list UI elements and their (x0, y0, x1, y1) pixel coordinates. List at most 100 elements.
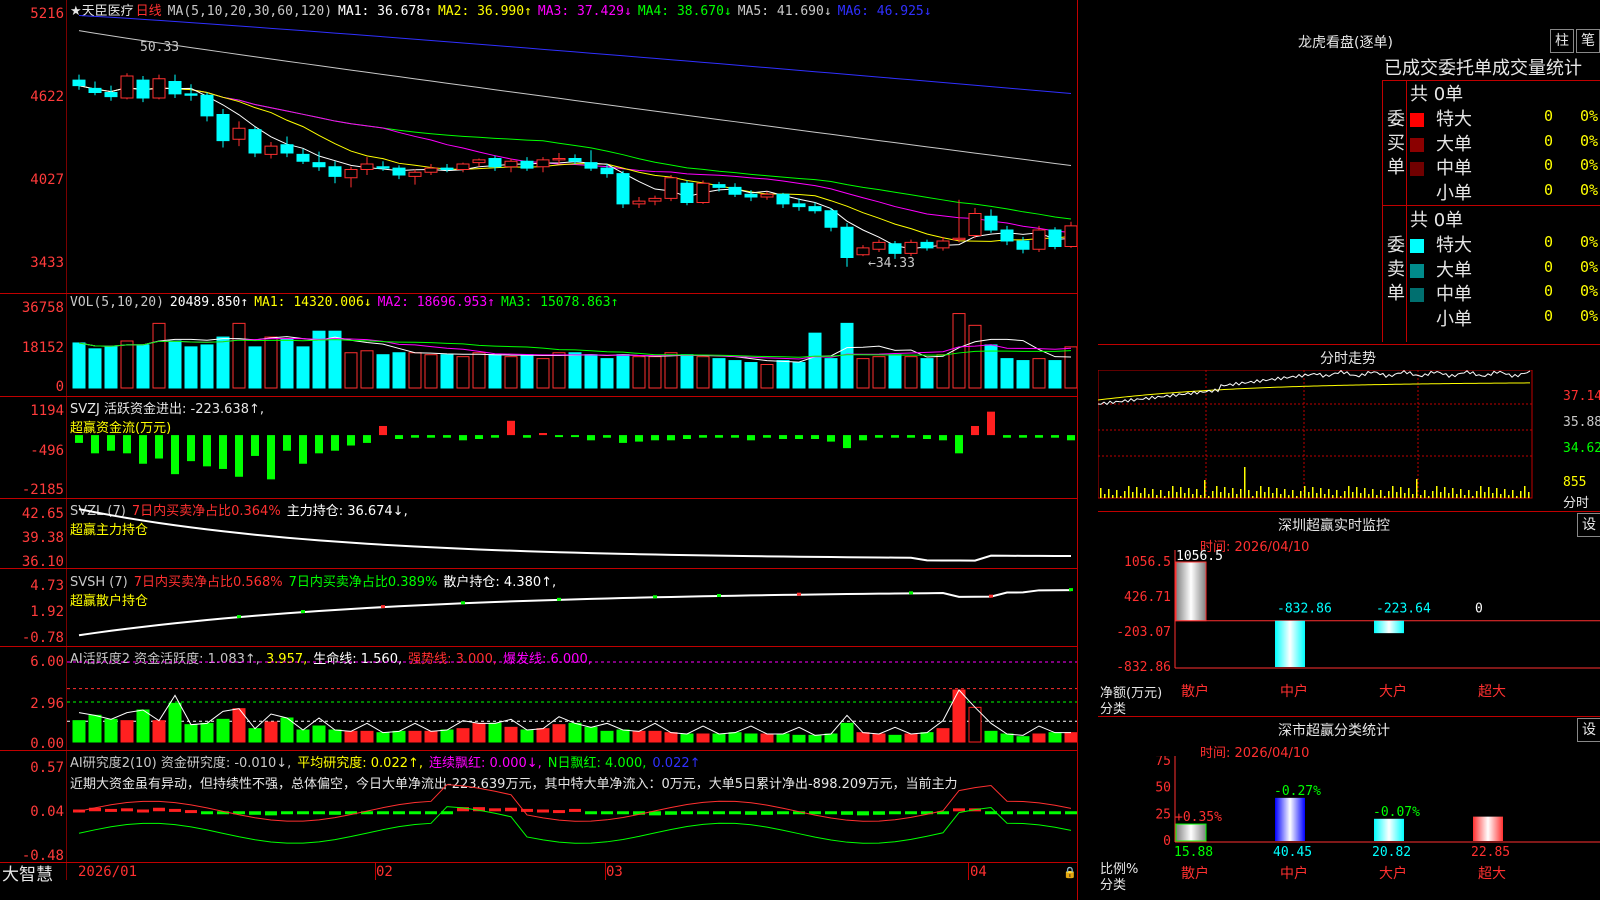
buy-row-1[interactable]: 大单 (1410, 130, 1472, 156)
money-flow-bar (235, 435, 243, 477)
ratio-bar (1374, 818, 1404, 841)
money-flow-bar (91, 435, 99, 454)
intraday-volume-bar (1404, 493, 1406, 498)
svzj-axis-label: -496 (30, 443, 64, 459)
category-label: 散户 (1181, 865, 1209, 882)
ma4-line (78, 85, 1072, 220)
net-amount-chart[interactable]: 1056.5 426.71 -203.07 -832.86 1056.5 散户 -832.8… (1100, 550, 1600, 720)
activity-bar (776, 733, 790, 743)
intraday-volume-bar (1468, 490, 1470, 498)
money-flow-bar (187, 435, 195, 462)
volume-bar (152, 322, 166, 389)
intraday-volume-bar (1180, 487, 1182, 498)
activity-bar (424, 730, 438, 743)
intraday-volume-bar (1364, 488, 1366, 498)
activity-bar (744, 733, 758, 743)
bar-mode-button[interactable]: 柱 (1550, 29, 1574, 53)
intraday-volume-bar (1336, 490, 1338, 498)
research-bar (121, 808, 133, 812)
buy-row-0[interactable]: 特大 (1410, 105, 1472, 131)
research-bar (761, 811, 773, 815)
ai-research-chart[interactable] (67, 751, 1077, 862)
date-tick (375, 862, 376, 880)
candle-down (520, 160, 534, 169)
volume-bar (552, 352, 566, 389)
money-flow-bar (331, 435, 339, 451)
sell-row-2[interactable]: 中单 (1410, 280, 1472, 306)
sell-row-3[interactable]: 小单 (1410, 305, 1472, 331)
holding-marker (653, 595, 657, 599)
holding-marker (461, 601, 465, 605)
sell-row-0[interactable]: 特大 (1410, 231, 1472, 257)
candlestick-chart[interactable] (67, 0, 1077, 293)
activity-bar (168, 702, 182, 743)
money-flow-bar (491, 435, 499, 438)
money-flow-bar (971, 425, 979, 436)
research-bar (185, 810, 197, 814)
research-bar (329, 811, 341, 815)
ratio-chart[interactable]: 75 50 25 0 +0.35% 15.88 散户 -0.27% 40.45 中户 -0.07% 2… (1100, 756, 1600, 900)
research-bar (265, 811, 277, 816)
net-amount-value: -832.86 (1277, 602, 1332, 617)
tab-filled[interactable]: 已成交 (1384, 58, 1438, 79)
ratio-change-label: -0.07% (1373, 805, 1420, 820)
row-value: 0 (1543, 257, 1553, 276)
row-percent: 0% (1580, 156, 1599, 174)
class-axis-label: 75 (1155, 756, 1171, 769)
money-flow-bar (203, 435, 211, 467)
tab-orders[interactable]: 委托单 (1438, 58, 1492, 79)
money-flow-chart[interactable] (67, 397, 1077, 498)
research-bar (281, 811, 293, 815)
class-axis-label: 50 (1155, 781, 1171, 796)
research-bar (585, 811, 597, 815)
research-bar (137, 809, 149, 813)
row-percent: 0% (1580, 180, 1599, 199)
candle-down (488, 158, 502, 168)
money-flow-bar (107, 435, 115, 451)
intraday-volume-bar (1436, 486, 1438, 498)
intraday-volume-bar (1240, 489, 1242, 498)
volume-bar (184, 346, 198, 389)
tab-volume-stats[interactable]: 成交量统计 (1492, 58, 1582, 79)
intraday-volume-bar (1348, 486, 1350, 498)
intraday-volume-bar (1268, 487, 1270, 498)
intraday-volume-bar (1232, 488, 1234, 498)
intraday-axis-label: 37.14 (1563, 389, 1600, 404)
money-flow-bar (811, 435, 819, 440)
intraday-volume-bar (1508, 495, 1510, 498)
intraday-volume-bar (1416, 479, 1418, 498)
ai-activity-chart[interactable] (67, 647, 1077, 750)
intraday-volume-bar (1516, 496, 1518, 498)
retail-holding-chart[interactable] (67, 569, 1077, 646)
ai-active-axis-label: 6.00 (30, 654, 64, 670)
money-flow-bar (891, 435, 899, 438)
intraday-chart[interactable] (1098, 370, 1600, 510)
activity-bar (296, 729, 310, 743)
volume-bar (232, 322, 246, 389)
sell-row-1[interactable]: 大单 (1410, 256, 1472, 282)
main-holding-chart[interactable] (67, 499, 1077, 568)
activity-bar (312, 725, 326, 743)
tick-mode-button[interactable]: 笔 (1576, 29, 1600, 53)
row-label: 大单 (1436, 259, 1472, 281)
research-bar (377, 811, 389, 815)
order-book-inner-border (1406, 80, 1407, 342)
buy-row-2[interactable]: 中单 (1410, 154, 1472, 180)
class-axis-label: 0 (1163, 834, 1171, 849)
buy-row-3[interactable]: 小单 (1410, 179, 1472, 205)
candle-up (1064, 225, 1077, 247)
sz-class-settings-button[interactable]: 设 (1577, 718, 1600, 742)
ma6-line (78, 15, 1072, 95)
holding-marker (717, 593, 721, 597)
research-bar (713, 811, 725, 815)
intraday-volume-bar (1448, 493, 1450, 498)
volume-chart[interactable] (67, 294, 1077, 396)
intraday-volume-bar (1392, 486, 1394, 498)
activity-bar (936, 728, 950, 743)
volume-bar (840, 322, 854, 389)
category-label: 中户 (1280, 865, 1308, 882)
sz-monitor-settings-button[interactable]: 设 (1577, 513, 1600, 537)
volume-bar (280, 338, 294, 389)
research-bar (1001, 811, 1013, 815)
lock-icon[interactable]: 🔒 (1063, 866, 1077, 879)
